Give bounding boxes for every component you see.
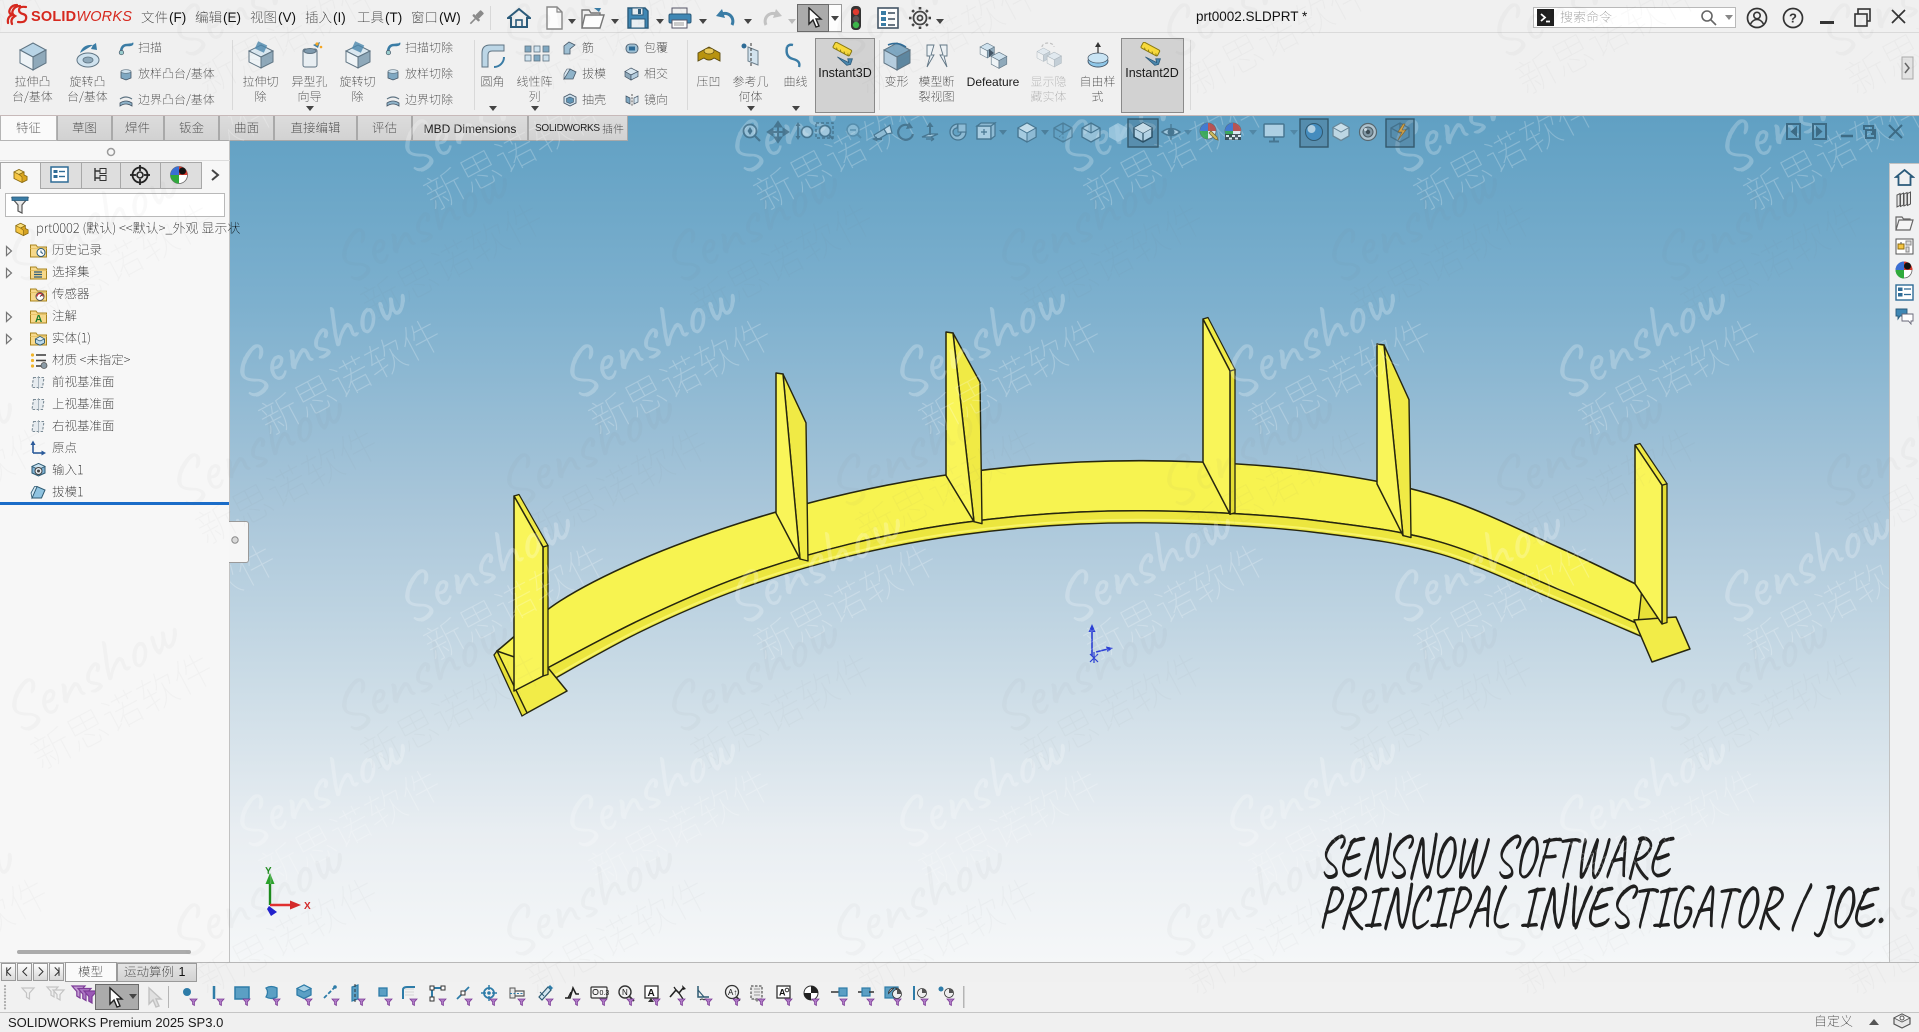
svg-text:A↑: A↑ [728, 988, 737, 997]
svg-text:A: A [648, 988, 655, 999]
svg-text:N: N [622, 988, 628, 997]
svg-text:0.3: 0.3 [600, 990, 610, 997]
